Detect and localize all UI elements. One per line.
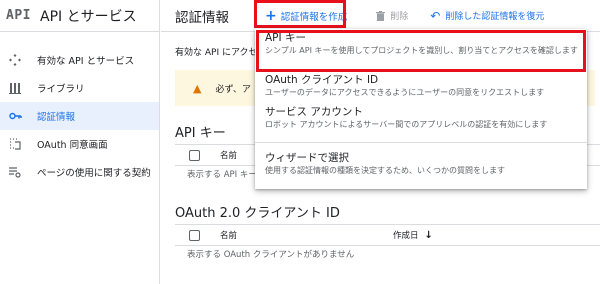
delete-button[interactable]: 削除 <box>376 9 408 22</box>
oauth-title: OAuth 2.0 クライアント ID <box>175 206 340 221</box>
delete-label: 削除 <box>390 12 409 22</box>
api-logo: API <box>6 8 31 23</box>
menu-item-desc: ロボット アカウントによるサーバー間でのアプリレベルの認証を有効にします <box>265 120 548 129</box>
sidebar-item-label: ライブラリ <box>37 84 85 95</box>
sidebar-header: API API とサービス <box>0 0 159 32</box>
column-created-date[interactable]: 作成日 ↓ <box>393 229 433 242</box>
sidebar-item-library[interactable]: ライブラリ <box>0 74 159 102</box>
create-button-highlight <box>254 0 346 28</box>
sidebar: API API とサービス 有効な API とサービス ライブラリ 認証情報 O… <box>0 0 160 284</box>
column-created-label: 作成日 <box>393 231 419 241</box>
settings-list-icon <box>8 165 22 179</box>
sort-down-icon: ↓ <box>424 229 433 241</box>
menu-item-label: ウィザードで選択 <box>265 152 349 164</box>
menu-item-service-account[interactable]: サービス アカウント ロボット アカウントによるサーバー間でのアプリレベルの認証… <box>255 105 587 131</box>
sidebar-item-enabled-apis[interactable]: 有効な API とサービス <box>0 46 159 74</box>
sidebar-title: API とサービス <box>40 8 137 25</box>
api-keys-title: API キー <box>175 126 226 141</box>
menu-item-desc: 使用する認証情報の種類を決定するため、いくつかの質問をします <box>265 166 505 175</box>
menu-item-oauth-client[interactable]: OAuth クライアント ID ユーザーのデータにアクセスできるようにユーザーの… <box>255 73 587 99</box>
column-name: 名前 <box>220 151 238 161</box>
trash-icon <box>376 10 386 21</box>
intro-text: 有効な API にアクセ <box>175 48 258 58</box>
sidebar-item-credentials[interactable]: 認証情報 <box>0 102 159 130</box>
select-all-checkbox[interactable] <box>189 149 200 161</box>
column-name: 名前 <box>220 231 238 241</box>
sidebar-item-page-agreements[interactable]: ページの使用に関する契約 <box>0 158 159 186</box>
warning-text: 必ず、ア <box>215 84 251 95</box>
library-icon <box>8 81 22 95</box>
oauth-table-header: 名前 <box>175 224 600 246</box>
sidebar-item-label: 有効な API とサービス <box>37 56 135 67</box>
api-key-highlight <box>256 30 586 72</box>
toolbar: 認証情報 + 認証情報を作成 削除 ↶ 削除した認証情報を復元 <box>161 0 600 32</box>
sidebar-item-label: OAuth 同意画面 <box>37 140 108 151</box>
restore-label: 削除した認証情報を復元 <box>445 12 545 22</box>
menu-item-wizard[interactable]: ウィザードで選択 使用する認証情報の種類を決定するため、いくつかの質問をします <box>255 151 587 177</box>
select-all-checkbox[interactable] <box>189 229 200 241</box>
menu-divider <box>255 142 587 143</box>
menu-item-desc: ユーザーのデータにアクセスできるようにユーザーの同意をリクエストします <box>265 88 545 97</box>
sidebar-item-oauth-consent[interactable]: OAuth 同意画面 <box>0 130 159 158</box>
api-keys-empty: 表示する API キー <box>187 170 257 180</box>
menu-item-label: サービス アカウント <box>265 106 363 118</box>
warning-icon: ▲ <box>193 81 202 95</box>
sidebar-item-label: 認証情報 <box>37 112 76 123</box>
undo-icon: ↶ <box>430 8 441 23</box>
oauth-empty: 表示する OAuth クライアントがありません <box>187 250 355 260</box>
menu-item-label: OAuth クライアント ID <box>265 74 379 86</box>
consent-screen-icon <box>8 137 22 151</box>
dashboard-diamond-icon <box>8 53 22 67</box>
page-title: 認証情報 <box>175 9 229 26</box>
key-icon <box>8 109 22 123</box>
restore-deleted-button[interactable]: ↶ 削除した認証情報を復元 <box>430 9 544 23</box>
sidebar-item-label: ページの使用に関する契約 <box>37 168 151 179</box>
